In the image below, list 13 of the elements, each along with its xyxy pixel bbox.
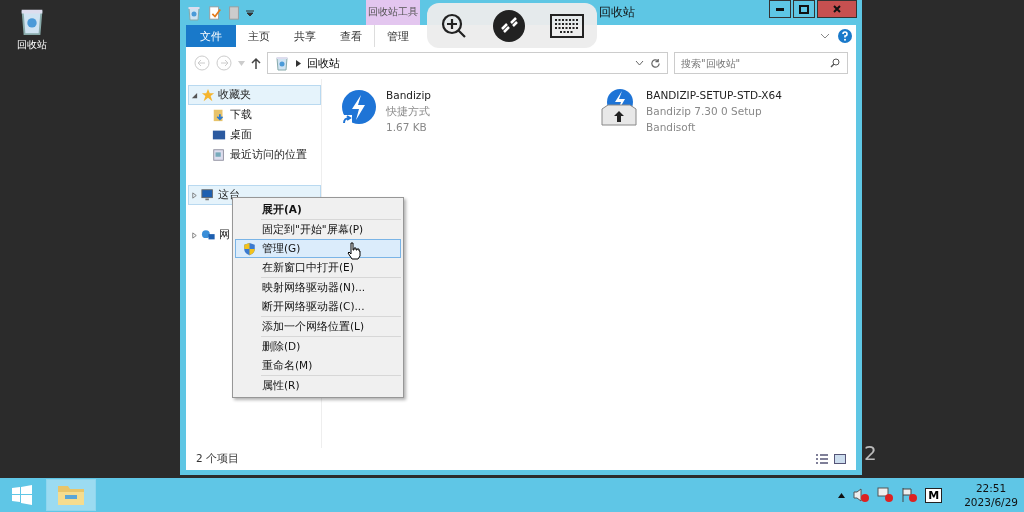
desktop-version-text: 2 bbox=[864, 442, 877, 464]
nav-label: 收藏夹 bbox=[218, 88, 251, 102]
item-count: 2 个项目 bbox=[196, 452, 240, 466]
file-detail: Bandizip 7.30 0 Setup bbox=[646, 104, 763, 119]
file-detail: 1.67 KB bbox=[386, 120, 428, 135]
window-title: 回收站 bbox=[599, 4, 635, 21]
desktop-icon-label: 回收站 bbox=[17, 38, 47, 52]
file-detail: 快捷方式 bbox=[386, 104, 431, 119]
nav-label: 网 bbox=[219, 228, 230, 242]
file-detail: Bandisoft bbox=[646, 120, 697, 135]
file-name: BANDIZIP-SETUP-STD-X64 bbox=[646, 88, 782, 103]
file-name: Bandizip bbox=[386, 88, 431, 103]
context-tab-group-label: 回收站工具 bbox=[366, 0, 420, 25]
